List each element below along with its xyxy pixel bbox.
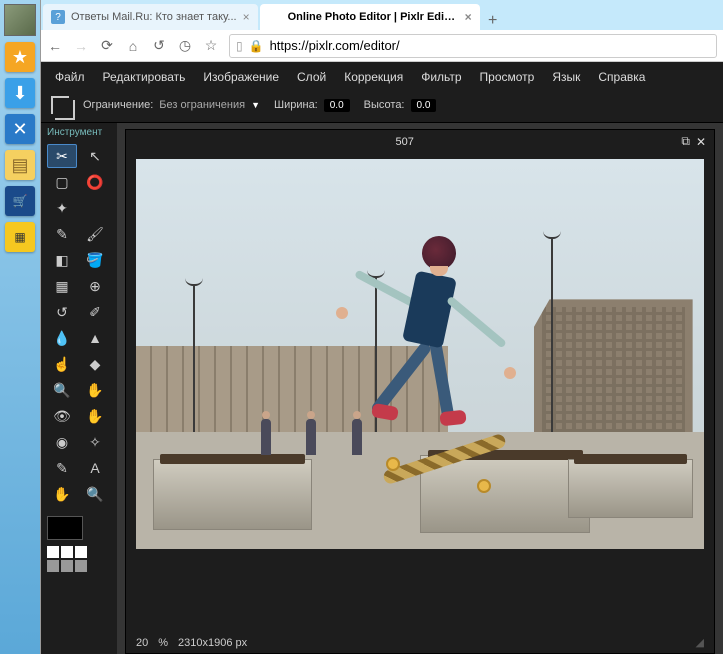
tab-active[interactable]: Online Photo Editor | Pixlr Editor | ...…	[260, 4, 480, 30]
back-icon[interactable]: ←	[47, 38, 63, 54]
download-tile[interactable]: ⬇	[5, 78, 35, 108]
pixlr-editor: Файл Редактировать Изображение Слой Корр…	[41, 62, 723, 654]
notes-tile[interactable]: ▤	[5, 150, 35, 180]
canvas-title: 507	[134, 136, 675, 148]
constraint-value: Без ограничения	[159, 99, 245, 111]
canvas-image[interactable]	[136, 159, 704, 549]
menu-layer[interactable]: Слой	[297, 70, 326, 84]
maximize-icon[interactable]: ⧉	[681, 134, 690, 149]
forward-icon: →	[73, 38, 89, 54]
zoom-unit: %	[158, 637, 168, 649]
menu-help[interactable]: Справка	[598, 70, 645, 84]
swatch-grid[interactable]	[47, 546, 111, 572]
menu-filter[interactable]: Фильтр	[421, 70, 461, 84]
favicon-icon	[268, 10, 282, 24]
url-field-wrap[interactable]: ▯ 🔒	[229, 34, 717, 58]
tab-title: Ответы Mail.Ru: Кто знает таку...	[71, 11, 237, 23]
gradient-tool[interactable]: ▦	[47, 274, 77, 298]
sponge-tool[interactable]: ◆	[80, 352, 110, 376]
tab-title: Online Photo Editor | Pixlr Editor | ...	[288, 11, 459, 23]
bloat-tool[interactable]: ◉	[47, 430, 77, 454]
menu-image[interactable]: Изображение	[203, 70, 279, 84]
reload-icon[interactable]: ⟳	[99, 37, 115, 54]
stamp-tool[interactable]: ⊕	[80, 274, 110, 298]
home-icon[interactable]: ⌂	[125, 38, 141, 54]
taxi-tile[interactable]: ▦	[5, 222, 35, 252]
sharpen-tool[interactable]: ▲	[80, 326, 110, 350]
type-tool[interactable]: A	[80, 456, 110, 480]
pinch-tool[interactable]: ✧	[80, 430, 110, 454]
bucket-tool[interactable]: 🪣	[80, 248, 110, 272]
dodge-tool[interactable]: 🔍	[47, 378, 77, 402]
zoom-tool[interactable]: 🔍	[80, 482, 110, 506]
wand-tool[interactable]: ✦	[47, 196, 77, 220]
status-bar: 20 % 2310x1906 px ◢	[126, 632, 714, 653]
shield-icon: ▯	[236, 39, 243, 53]
crop-tool[interactable]: ✂	[47, 144, 77, 168]
brush-tool[interactable]: 🖌	[80, 222, 110, 246]
favicon-icon: ?	[51, 10, 65, 24]
os-sidebar: ★ ⬇ ✕ ▤ 🛒 ▦	[0, 0, 40, 654]
tools-tile[interactable]: ✕	[5, 114, 35, 144]
hand-tool[interactable]: ✋	[47, 482, 77, 506]
eraser-tool[interactable]: ◧	[47, 248, 77, 272]
resize-handle-icon[interactable]: ◢	[696, 636, 704, 649]
smudge-tool[interactable]: ☝	[47, 352, 77, 376]
chevron-down-icon: ▼	[251, 100, 260, 110]
menu-bar: Файл Редактировать Изображение Слой Корр…	[41, 62, 723, 92]
tab-inactive[interactable]: ? Ответы Mail.Ru: Кто знает таку... ×	[43, 4, 258, 30]
close-icon[interactable]: ×	[465, 10, 472, 24]
url-input[interactable]	[270, 38, 710, 53]
draw-tool[interactable]: ✐	[80, 300, 110, 324]
zoom-value[interactable]: 20	[136, 637, 148, 649]
options-bar: Ограничение: Без ограничения ▼ Ширина: 0…	[41, 92, 723, 123]
close-icon[interactable]: ✕	[696, 135, 706, 149]
new-tab-button[interactable]: +	[480, 12, 506, 30]
replace-tool[interactable]: ↺	[47, 300, 77, 324]
width-label: Ширина:	[274, 99, 318, 111]
pencil-tool[interactable]: ✎	[47, 222, 77, 246]
history-icon[interactable]: ↺	[151, 37, 167, 54]
height-label: Высота:	[364, 99, 405, 111]
star-icon[interactable]: ☆	[203, 37, 219, 54]
constraint-select[interactable]: Ограничение: Без ограничения ▼	[83, 99, 260, 111]
lock-icon: 🔒	[249, 39, 264, 53]
address-bar: ← → ⟳ ⌂ ↺ ◷ ☆ ▯ 🔒	[41, 30, 723, 62]
menu-edit[interactable]: Редактировать	[103, 70, 186, 84]
close-icon[interactable]: ×	[243, 10, 250, 24]
width-value[interactable]: 0.0	[324, 99, 350, 112]
marquee-tool[interactable]: ▢	[47, 170, 77, 194]
menu-file[interactable]: Файл	[55, 70, 85, 84]
star-tile[interactable]: ★	[5, 42, 35, 72]
menu-adjust[interactable]: Коррекция	[344, 70, 403, 84]
canvas-window: 507 ⧉ ✕	[125, 129, 715, 654]
color-swatch[interactable]	[47, 516, 83, 540]
menu-view[interactable]: Просмотр	[480, 70, 535, 84]
constraint-label: Ограничение:	[83, 99, 153, 111]
redeye-tool[interactable]: 👁	[47, 404, 77, 428]
lasso-tool[interactable]: ⭕	[80, 170, 110, 194]
toolbox: Инструмент ✂↖▢⭕✦✎🖌◧🪣▦⊕↺✐💧▲☝◆🔍✋👁✋◉✧✎A✋🔍	[41, 123, 117, 654]
clock-icon[interactable]: ◷	[177, 37, 193, 54]
toolbox-label: Инструмент	[41, 123, 117, 142]
menu-lang[interactable]: Язык	[552, 70, 580, 84]
crop-icon	[51, 96, 69, 114]
height-value[interactable]: 0.0	[411, 99, 437, 112]
dimensions: 2310x1906 px	[178, 637, 247, 649]
user-avatar[interactable]	[4, 4, 36, 36]
move-tool[interactable]: ↖	[80, 144, 110, 168]
burn-tool[interactable]: ✋	[80, 378, 110, 402]
cart-tile[interactable]: 🛒	[5, 186, 35, 216]
browser-tabs: ? Ответы Mail.Ru: Кто знает таку... × On…	[41, 0, 723, 30]
picker-tool[interactable]: ✎	[47, 456, 77, 480]
blur-tool[interactable]: 💧	[47, 326, 77, 350]
spot-tool[interactable]: ✋	[80, 404, 110, 428]
